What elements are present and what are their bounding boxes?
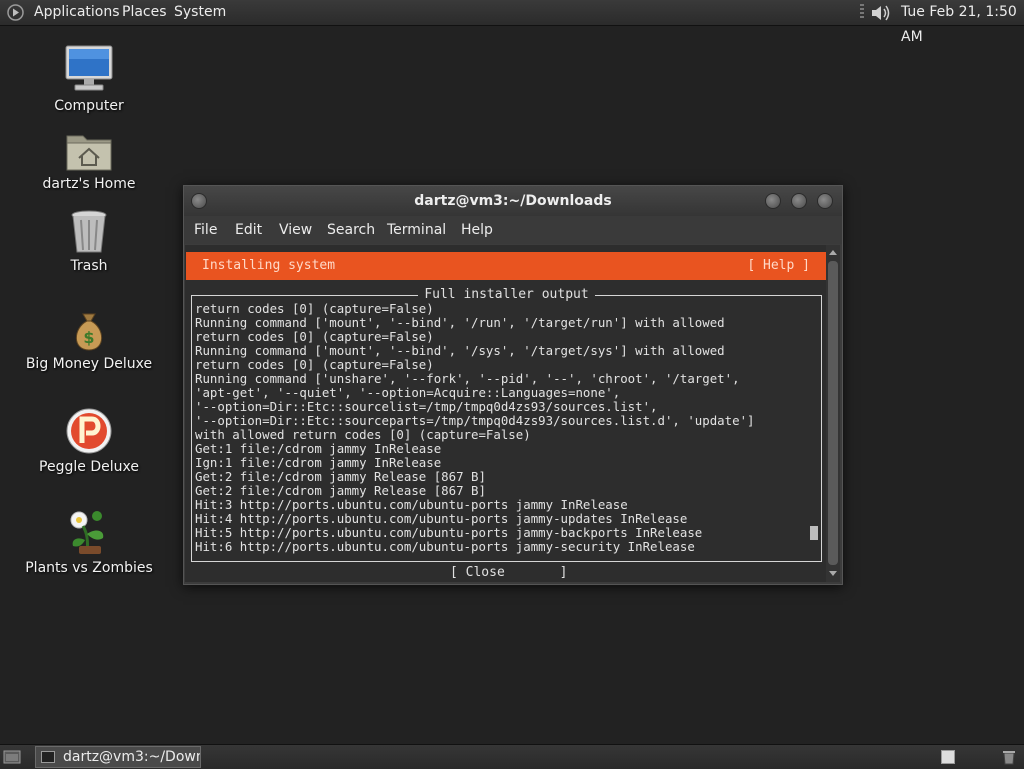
- top-panel: Applications Places System Tue Feb 21, 1…: [0, 0, 1024, 45]
- workspace-switcher[interactable]: [941, 750, 955, 764]
- desktop-icon-label: Trash: [70, 258, 108, 274]
- desktop-icon-home[interactable]: dartz's Home: [24, 128, 154, 192]
- window-title: dartz@vm3:~/Downloads: [414, 193, 612, 209]
- terminal-icon: [41, 751, 55, 763]
- terminal-window: dartz@vm3:~/Downloads File Edit View Sea…: [183, 185, 843, 585]
- log-line: '--option=Dir::Etc::sourcelist=/tmp/tmpq…: [195, 399, 658, 414]
- desktop-icon-label: Peggle Deluxe: [39, 459, 139, 475]
- trash-icon: [71, 210, 107, 253]
- log-line: Ign:1 file:/cdrom jammy InRelease: [195, 455, 442, 470]
- log-line: return codes [0] (capture=False): [195, 329, 434, 344]
- scroll-up-arrow-icon[interactable]: [829, 250, 837, 255]
- log-line: with allowed return codes [0] (capture=F…: [195, 427, 531, 442]
- installer-help-button[interactable]: [ Help ]: [747, 252, 810, 280]
- installer-header-bar: Installing system [ Help ]: [186, 252, 826, 280]
- menu-edit[interactable]: Edit: [235, 216, 262, 244]
- home-folder-icon: [66, 135, 112, 171]
- installer-status: Installing system: [202, 258, 336, 273]
- close-window-button[interactable]: [817, 193, 833, 209]
- system-menu[interactable]: System: [174, 0, 226, 25]
- bottom-panel: dartz@vm3:~/Down...: [0, 744, 1024, 769]
- minimize-button[interactable]: [765, 193, 781, 209]
- menu-view[interactable]: View: [279, 216, 312, 244]
- desktop-icon-peggle[interactable]: Peggle Deluxe: [24, 407, 154, 475]
- terminal-scrollbar[interactable]: [826, 245, 840, 582]
- output-scroll-thumb[interactable]: [810, 526, 818, 540]
- log-line: Hit:6 http://ports.ubuntu.com/ubuntu-por…: [195, 539, 695, 554]
- menu-help[interactable]: Help: [461, 216, 493, 244]
- places-menu[interactable]: Places: [122, 0, 167, 25]
- log-line: Hit:4 http://ports.ubuntu.com/ubuntu-por…: [195, 511, 688, 526]
- terminal-content[interactable]: Installing system [ Help ] Full installe…: [185, 245, 826, 582]
- menu-search[interactable]: Search: [327, 216, 375, 244]
- terminal-menubar: File Edit View Search Terminal Help: [184, 216, 842, 244]
- taskbar-item-terminal[interactable]: dartz@vm3:~/Down...: [35, 746, 201, 768]
- terminal-scroll-thumb[interactable]: [828, 261, 838, 565]
- log-line: Hit:3 http://ports.ubuntu.com/ubuntu-por…: [195, 497, 628, 512]
- volume-icon[interactable]: [869, 3, 893, 23]
- money-bag-icon: $: [75, 313, 103, 351]
- plants-icon: [70, 511, 104, 554]
- log-line: Get:2 file:/cdrom jammy Release [867 B]: [195, 483, 486, 498]
- log-line: Get:2 file:/cdrom jammy Release [867 B]: [195, 469, 486, 484]
- installer-log: return codes [0] (capture=False) Running …: [195, 302, 803, 556]
- distro-logo-icon[interactable]: [7, 4, 24, 21]
- desktop-icon-label: Plants vs Zombies: [25, 560, 153, 576]
- desktop-icon-big-money[interactable]: $ Big Money Deluxe: [24, 310, 154, 372]
- desktop-icon-label: dartz's Home: [42, 176, 136, 192]
- svg-text:$: $: [83, 328, 94, 347]
- menu-terminal[interactable]: Terminal: [387, 216, 446, 244]
- menu-file[interactable]: File: [194, 216, 217, 244]
- installer-output-box: Full installer output return codes [0] (…: [191, 287, 822, 562]
- log-line: return codes [0] (capture=False): [195, 302, 434, 316]
- trash-applet-icon[interactable]: [1001, 749, 1017, 765]
- desktop-icon-computer[interactable]: Computer: [24, 44, 154, 114]
- maximize-button[interactable]: [791, 193, 807, 209]
- taskbar-item-label: dartz@vm3:~/Down...: [63, 749, 200, 765]
- desktop-icon-plants-vs-zombies[interactable]: Plants vs Zombies: [24, 506, 154, 576]
- window-titlebar[interactable]: dartz@vm3:~/Downloads: [184, 186, 842, 216]
- clock[interactable]: Tue Feb 21, 1:50 AM: [901, 0, 1024, 45]
- log-line: Hit:5 http://ports.ubuntu.com/ubuntu-por…: [195, 525, 703, 540]
- log-line: '--option=Dir::Etc::sourceparts=/tmp/tmp…: [195, 413, 755, 428]
- applications-menu[interactable]: Applications: [34, 0, 120, 25]
- desktop-icon-trash[interactable]: Trash: [24, 208, 154, 274]
- log-line: Running command ['mount', '--bind', '/ru…: [195, 315, 725, 330]
- panel-handle[interactable]: [860, 4, 864, 21]
- log-line: Running command ['unshare', '--fork', '-…: [195, 371, 740, 386]
- log-line: return codes [0] (capture=False): [195, 357, 434, 372]
- scroll-down-arrow-icon[interactable]: [829, 571, 837, 576]
- computer-icon: [65, 45, 113, 91]
- desktop-icon-label: Big Money Deluxe: [25, 356, 153, 372]
- log-line: Get:1 file:/cdrom jammy InRelease: [195, 441, 442, 456]
- close-button[interactable]: [ Close ]: [450, 565, 567, 581]
- output-scrollbar[interactable]: [810, 306, 818, 554]
- desktop-icon-label: Computer: [54, 98, 124, 114]
- log-line: 'apt-get', '--quiet', '--option=Acquire:…: [195, 385, 621, 400]
- peggle-icon: [66, 408, 112, 454]
- output-box-title: Full installer output: [418, 287, 595, 302]
- log-line: Running command ['mount', '--bind', '/sy…: [195, 343, 725, 358]
- show-desktop-icon[interactable]: [3, 749, 21, 765]
